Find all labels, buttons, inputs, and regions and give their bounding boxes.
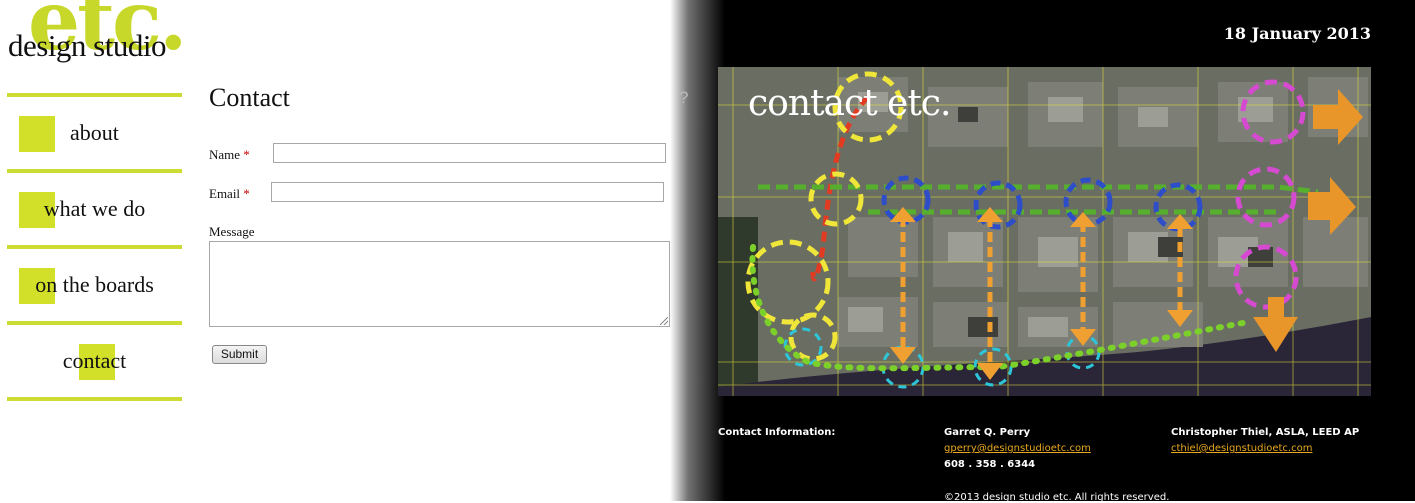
page-title: Contact: [209, 83, 290, 112]
nav-item-about[interactable]: about: [7, 97, 182, 169]
nav-divider: [7, 397, 182, 401]
faded-glyph: ?: [679, 88, 689, 107]
contact-info-heading: Contact Information:: [718, 427, 836, 438]
hero-aerial-map: contact etc.: [718, 67, 1371, 396]
name-label: Name *: [209, 147, 250, 163]
message-label: Message: [209, 224, 255, 239]
person-email-link[interactable]: gperry@designstudioetc.com: [944, 443, 1091, 454]
resize-grip-icon[interactable]: [660, 317, 668, 325]
nav-label-about: about: [70, 120, 119, 145]
nav-item-contact[interactable]: contact: [7, 325, 182, 397]
required-marker: *: [243, 186, 250, 201]
nav-item-on-the-boards[interactable]: on the boards: [7, 249, 182, 321]
header-date: 18 January 2013: [1223, 24, 1371, 43]
hero-title: contact etc.: [748, 83, 951, 124]
person-phone: 608 . 358 . 6344: [944, 459, 1036, 470]
name-field[interactable]: [273, 143, 666, 163]
required-marker: *: [243, 147, 250, 162]
email-label: Email *: [209, 186, 250, 202]
nav-label-on-the-boards: on the boards: [35, 272, 154, 297]
email-label-text: Email: [209, 186, 241, 201]
message-textarea[interactable]: [209, 241, 670, 327]
logo-design-studio: design studio: [8, 28, 166, 63]
copyright: ©2013 design studio etc. All rights rese…: [944, 492, 1170, 503]
site-logo[interactable]: etc. design studio: [6, 0, 188, 80]
main-nav: about what we do on the boards contact: [7, 93, 182, 401]
nav-label-contact: contact: [62, 348, 127, 373]
person-name: Garret Q. Perry: [944, 427, 1031, 438]
submit-button[interactable]: Submit: [212, 345, 267, 364]
person-name: Christopher Thiel, ASLA, LEED AP: [1171, 427, 1360, 438]
nav-item-what-we-do[interactable]: what we do: [7, 173, 182, 245]
name-label-text: Name: [209, 147, 241, 162]
email-field[interactable]: [271, 182, 664, 202]
nav-label-what-we-do: what we do: [43, 196, 146, 221]
person-email-link[interactable]: cthiel@designstudioetc.com: [1171, 443, 1312, 454]
